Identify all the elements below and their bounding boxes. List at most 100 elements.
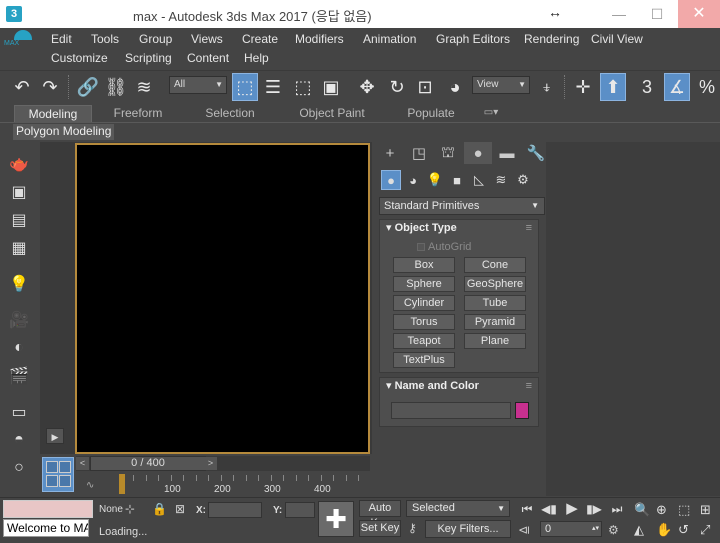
app-icon[interactable]: 3 [6, 6, 22, 22]
geometry-icon[interactable]: ● [381, 170, 401, 190]
coord-y-input[interactable] [285, 502, 315, 518]
ribbon-panel-label[interactable]: Polygon Modeling [13, 124, 115, 140]
object-color-swatch[interactable] [515, 402, 529, 419]
viewport-shading-icon[interactable]: ▭ [7, 400, 31, 424]
menu-animation[interactable]: Animation [363, 32, 416, 46]
placement-icon[interactable]: ◕ [442, 73, 468, 101]
key-mode-toggle-icon[interactable]: ⧏ [518, 523, 530, 537]
viewport[interactable] [75, 143, 370, 454]
object-type-header[interactable]: ▾ Object Type ≡ [380, 220, 538, 238]
window-crossing-icon[interactable]: ▣ [318, 73, 344, 101]
sphere-preview-icon[interactable]: ○ [7, 456, 31, 480]
pyramid-button[interactable]: Pyramid [464, 314, 526, 330]
cameras-icon[interactable]: ■ [447, 170, 467, 190]
ribbon-tab-populate[interactable]: Populate [396, 105, 466, 122]
textplus-button[interactable]: TextPlus [393, 352, 455, 368]
set-key-icon[interactable]: ⚷ [408, 521, 417, 535]
torus-button[interactable]: Torus [393, 314, 455, 330]
maxscript-listener-input[interactable]: Welcome to MA [3, 519, 89, 537]
create-tab-icon[interactable]: + [376, 142, 404, 164]
systems-icon[interactable]: ⚙ [513, 170, 533, 190]
isolate-selection-icon[interactable]: ⊹ [125, 502, 135, 516]
menu-tools[interactable]: Tools [91, 32, 119, 46]
select-object-icon[interactable]: ⬚ [232, 73, 258, 101]
drag-handle-icon[interactable]: ≡ [526, 378, 532, 395]
zoom-all-icon[interactable]: ⊕ [656, 502, 667, 518]
reference-coordinate-dropdown[interactable]: View ▼ [472, 76, 530, 94]
menu-graph-editors[interactable]: Graph Editors [436, 32, 510, 46]
cylinder-button[interactable]: Cylinder [393, 295, 455, 311]
absolute-mode-icon[interactable]: ⊠ [175, 502, 185, 516]
menu-group[interactable]: Group [139, 32, 172, 46]
menu-help[interactable]: Help [244, 51, 269, 65]
move-icon[interactable]: ✥ [354, 73, 380, 101]
shapes-icon[interactable]: ◕ [403, 170, 423, 190]
go-to-end-icon[interactable]: ⏭ [607, 501, 627, 517]
snaps-toggle-icon[interactable]: 3 [634, 73, 660, 101]
display-tab-icon[interactable]: ▬ [493, 142, 521, 164]
time-next-arrow-icon[interactable]: > [204, 457, 217, 470]
autogrid-checkbox[interactable]: AutoGrid [417, 241, 471, 253]
ribbon-options-icon[interactable]: ▭▾ [478, 105, 504, 122]
undo-icon[interactable]: ↶ [9, 73, 35, 101]
select-manipulate-icon[interactable]: ✛ [570, 73, 596, 101]
percent-snap-icon[interactable]: % [694, 73, 720, 101]
previous-frame-icon[interactable]: ◀▮ [539, 501, 559, 517]
cone-button[interactable]: Cone [464, 257, 526, 273]
close-button[interactable]: ✕ [678, 0, 720, 28]
key-filters-button[interactable]: Key Filters... [425, 520, 511, 538]
ribbon-tab-modeling[interactable]: Modeling [14, 105, 92, 122]
menu-content[interactable]: Content [187, 51, 229, 65]
time-slider-thumb[interactable]: 0 / 400 [90, 456, 206, 471]
modify-tab-icon[interactable]: ◳ [405, 142, 433, 164]
maximize-button[interactable]: ☐ [638, 0, 676, 28]
zoom-icon[interactable]: 🔍 [634, 502, 650, 518]
selection-lock-icon[interactable]: 🔒 [152, 502, 167, 516]
maxscript-listener-output[interactable] [3, 500, 93, 518]
keyboard-shortcut-override-icon[interactable]: ⬆ [600, 73, 626, 101]
menu-civil-view[interactable]: Civil View [591, 32, 643, 46]
light-icon[interactable]: 💡 [7, 272, 31, 296]
ribbon-tab-object-paint[interactable]: Object Paint [292, 105, 372, 122]
rectangular-selection-icon[interactable]: ⬚ [290, 73, 316, 101]
menu-customize[interactable]: Customize [51, 51, 108, 65]
zoom-extents-all-icon[interactable]: ⊞ [700, 502, 711, 518]
menu-edit[interactable]: Edit [51, 32, 72, 46]
ribbon-tab-selection[interactable]: Selection [195, 105, 265, 122]
time-configuration-icon[interactable]: ⚙ [608, 523, 619, 537]
utilities-tab-icon[interactable]: 🔧 [522, 142, 550, 164]
helpers-icon[interactable]: ◺ [469, 170, 489, 190]
selection-filter-dropdown[interactable]: All ▼ [169, 76, 227, 94]
scene-explorer-icon[interactable]: ▦ [7, 236, 31, 260]
dome-icon[interactable]: ◓ [7, 428, 31, 452]
space-warps-icon[interactable]: ≋ [491, 170, 511, 190]
angle-snap-icon[interactable]: ∡ [664, 73, 690, 101]
next-frame-icon[interactable]: ▮▶ [584, 501, 604, 517]
time-prev-arrow-icon[interactable]: < [76, 457, 89, 470]
render-setup-icon[interactable]: 🎬 [7, 364, 31, 388]
menu-modifiers[interactable]: Modifiers [295, 32, 344, 46]
go-to-start-icon[interactable]: ⏮ [517, 501, 537, 517]
bind-space-warp-icon[interactable]: ≋ [131, 73, 157, 101]
expand-viewport-icon[interactable]: ▶ [46, 428, 64, 444]
hierarchy-tab-icon[interactable]: ⛫ [434, 142, 462, 164]
box-button[interactable]: Box [393, 257, 455, 273]
ribbon-tab-freeform[interactable]: Freeform [103, 105, 173, 122]
menu-scripting[interactable]: Scripting [125, 51, 172, 65]
select-by-name-icon[interactable]: ☰ [260, 73, 286, 101]
coord-x-input[interactable] [208, 502, 262, 518]
plane-button[interactable]: Plane [464, 333, 526, 349]
pivot-center-icon[interactable]: ⍖ [534, 73, 560, 101]
primitive-category-dropdown[interactable]: Standard Primitives ▼ [379, 197, 545, 215]
play-icon[interactable]: ▶ [562, 501, 582, 517]
sphere-button[interactable]: Sphere [393, 276, 455, 292]
object-name-input[interactable] [391, 402, 511, 419]
spinner-icon[interactable]: ▴▾ [592, 522, 599, 536]
pan-view-icon[interactable]: ✋ [656, 522, 672, 538]
viewport-layout-button[interactable] [42, 457, 74, 492]
camera-icon[interactable]: 🎥 [7, 308, 31, 332]
zoom-extents-icon[interactable]: ⬚ [678, 502, 690, 518]
minimize-button[interactable]: — [600, 0, 638, 28]
menu-create[interactable]: Create [242, 32, 278, 46]
add-time-tag-button[interactable]: ✚ [318, 501, 354, 537]
